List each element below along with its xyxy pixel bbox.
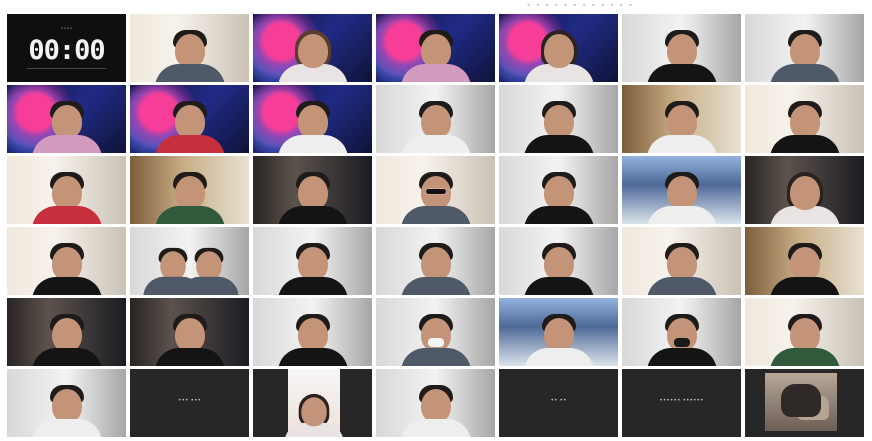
- participant-tile[interactable]: [376, 369, 495, 437]
- participant-name-tile[interactable]: •• ••: [499, 369, 618, 437]
- participant-tile[interactable]: [376, 298, 495, 366]
- top-bar: • • • • • • • • • • • •: [0, 0, 872, 13]
- participant-tile[interactable]: [745, 156, 864, 224]
- participant-tile[interactable]: [499, 14, 618, 82]
- participant-tile[interactable]: [622, 156, 741, 224]
- participant-tile[interactable]: [253, 14, 372, 82]
- participant-photo-tile[interactable]: [253, 369, 372, 437]
- participant-avatar: [523, 166, 594, 224]
- participant-avatar: [769, 24, 840, 82]
- participant-avatar: [31, 95, 102, 153]
- participant-tile[interactable]: [376, 85, 495, 153]
- participant-tile[interactable]: [130, 85, 249, 153]
- participant-avatar: [154, 308, 225, 366]
- participant-tile[interactable]: [253, 227, 372, 295]
- participant-tile[interactable]: [253, 156, 372, 224]
- participant-avatar: [769, 166, 840, 224]
- participant-name-label: ••• •••: [177, 397, 202, 404]
- participant-tile[interactable]: [745, 85, 864, 153]
- participant-avatar: [400, 379, 471, 437]
- participant-avatar: [646, 95, 717, 153]
- participant-tile[interactable]: [622, 85, 741, 153]
- dog-photo-icon: [781, 384, 821, 417]
- participant-tile[interactable]: [376, 156, 495, 224]
- participant-tile[interactable]: [130, 156, 249, 224]
- participant-avatar: [277, 166, 348, 224]
- participant-avatar: [277, 308, 348, 366]
- participant-video-grid: •••• 00:00 ••• ••• •• •• •••••• ••••••: [7, 14, 872, 441]
- participant-tile[interactable]: [499, 156, 618, 224]
- participant-tile[interactable]: [130, 298, 249, 366]
- participant-tile[interactable]: [130, 14, 249, 82]
- timer-caption: ••••: [60, 26, 73, 32]
- timer-value: 00:00: [28, 35, 105, 66]
- video-meeting-window: • • • • • • • • • • • • •••• 00:00 ••• •…: [0, 0, 872, 441]
- participant-photo-tile[interactable]: [745, 369, 864, 437]
- participant-tile[interactable]: [499, 85, 618, 153]
- participant-avatar: [31, 308, 102, 366]
- participant-avatar: [769, 95, 840, 153]
- participant-tile[interactable]: [7, 227, 126, 295]
- participant-tile[interactable]: [376, 14, 495, 82]
- participant-avatar: [400, 95, 471, 153]
- participant-avatar: [769, 237, 840, 295]
- participant-tile[interactable]: [622, 227, 741, 295]
- participant-avatar: [31, 379, 102, 437]
- participant-avatar: [523, 24, 594, 82]
- participant-avatar: [400, 166, 471, 224]
- participant-photo: [284, 369, 344, 437]
- participant-avatar: [31, 166, 102, 224]
- participant-tile[interactable]: [499, 298, 618, 366]
- participant-tile[interactable]: [745, 227, 864, 295]
- participant-avatar: [277, 24, 348, 82]
- participant-avatar: [523, 95, 594, 153]
- participant-avatar: [400, 237, 471, 295]
- participant-name-tile[interactable]: •••••• ••••••: [622, 369, 741, 437]
- participant-avatar: [400, 308, 471, 366]
- participant-tile[interactable]: [253, 85, 372, 153]
- participant-avatar: [284, 389, 344, 437]
- participant-avatar: [400, 24, 471, 82]
- participant-tile[interactable]: [253, 298, 372, 366]
- participant-tile[interactable]: [130, 227, 249, 295]
- participant-tile[interactable]: [7, 298, 126, 366]
- participant-tile[interactable]: [622, 298, 741, 366]
- participant-avatar: [154, 24, 225, 82]
- participant-photo: [765, 373, 837, 431]
- participant-tile[interactable]: [7, 85, 126, 153]
- participant-avatar: [769, 308, 840, 366]
- participant-name-label: •• ••: [550, 397, 567, 404]
- participant-avatar: [277, 95, 348, 153]
- participant-avatar: [523, 308, 594, 366]
- participant-tile[interactable]: [376, 227, 495, 295]
- participant-tile[interactable]: [745, 14, 864, 82]
- timer-tile[interactable]: •••• 00:00: [7, 14, 126, 82]
- meeting-title: • • • • • • • • • • • •: [526, 1, 634, 10]
- participant-name-tile[interactable]: ••• •••: [130, 369, 249, 437]
- participant-avatar: [523, 237, 594, 295]
- timer-divider: [27, 68, 106, 69]
- participant-tile[interactable]: [622, 14, 741, 82]
- participant-name-label: •••••• ••••••: [659, 397, 704, 404]
- participant-avatar: [277, 237, 348, 295]
- participant-avatar: [154, 166, 225, 224]
- participant-avatar: [646, 166, 717, 224]
- participant-tile[interactable]: [7, 156, 126, 224]
- participant-avatar: [646, 308, 717, 366]
- participant-avatar: [154, 95, 225, 153]
- participant-avatar: [31, 237, 102, 295]
- participant-tile[interactable]: [7, 369, 126, 437]
- participant-avatar: [178, 243, 239, 295]
- participant-avatar: [646, 24, 717, 82]
- participant-avatar: [646, 237, 717, 295]
- participant-tile[interactable]: [499, 227, 618, 295]
- participant-tile[interactable]: [745, 298, 864, 366]
